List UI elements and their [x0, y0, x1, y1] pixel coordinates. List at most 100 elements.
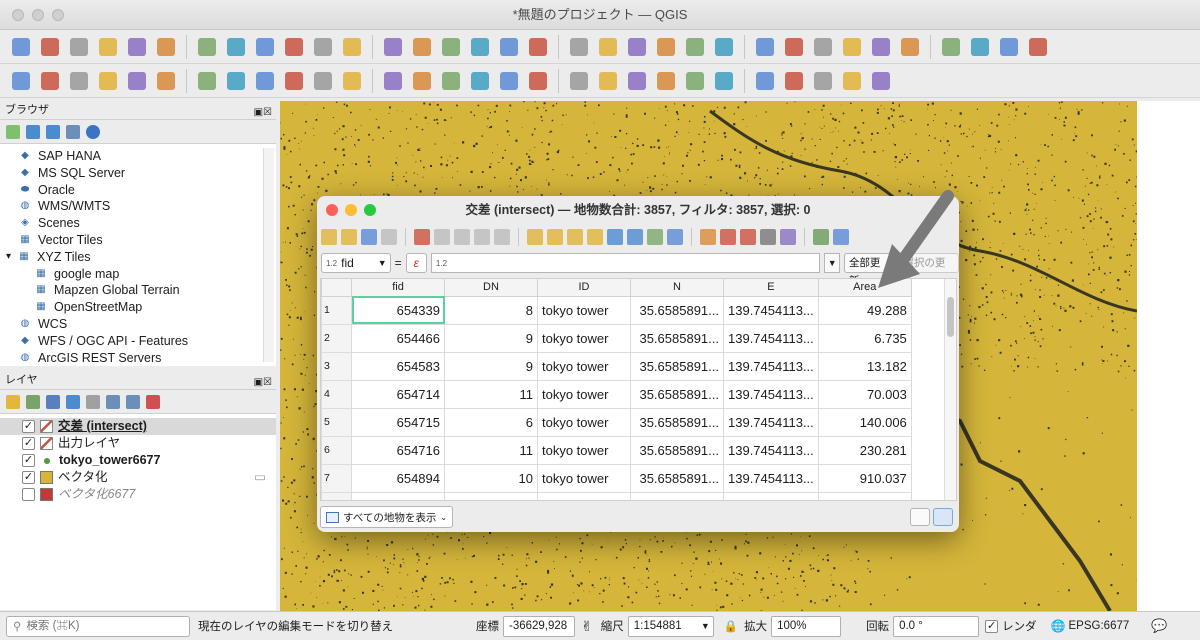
table-cell-n[interactable]: 35.6585891... [630, 295, 724, 325]
label-change-icon[interactable] [781, 68, 807, 94]
pan-to-selected-icon[interactable] [647, 229, 663, 245]
row-number[interactable]: 6 [321, 435, 352, 465]
label-move-icon[interactable] [711, 68, 737, 94]
layer-visibility-checkbox[interactable]: ✓ [22, 471, 35, 484]
copy-rows-icon[interactable] [700, 229, 716, 245]
row-number[interactable]: 1 [321, 295, 352, 325]
mouse-coord-icon[interactable]: ✌ [581, 618, 593, 635]
layer-visibility-checkbox[interactable] [22, 488, 35, 501]
refresh-icon[interactable] [26, 124, 40, 139]
table-cell-fid[interactable]: 654715 [351, 407, 445, 437]
zoom-last-icon[interactable] [438, 34, 464, 60]
measure-icon[interactable] [967, 34, 993, 60]
table-cell-area[interactable]: 49.288 [817, 295, 912, 325]
label-icon[interactable] [595, 68, 621, 94]
open-attribute-table-icon[interactable] [839, 34, 865, 60]
search-input[interactable] [26, 620, 177, 632]
cut-icon[interactable] [454, 229, 470, 245]
browser-scrollbar[interactable] [263, 148, 274, 362]
table-row[interactable]: 3 654583 9 tokyo tower 35.6585891... 139.7454… [321, 351, 912, 381]
add-mesh-icon[interactable] [153, 68, 179, 94]
paste-rows-icon[interactable] [720, 229, 736, 245]
info-icon[interactable] [86, 124, 100, 139]
table-cell-n[interactable]: 35.6585891... [630, 435, 724, 465]
dialog-minimize-button[interactable] [345, 204, 357, 216]
table-cell-id[interactable]: tokyo tower [537, 407, 631, 437]
new-map-view-icon[interactable] [496, 34, 522, 60]
help-icon[interactable] [868, 68, 894, 94]
add-vector-icon[interactable] [66, 68, 92, 94]
select-all-icon[interactable] [547, 229, 563, 245]
add-feature-icon[interactable] [310, 68, 336, 94]
plugin-icon[interactable] [810, 68, 836, 94]
cut-features-icon[interactable] [438, 68, 464, 94]
zoom-to-selection-icon[interactable] [339, 34, 365, 60]
row-number[interactable]: 3 [321, 351, 352, 381]
collapse-all-icon[interactable] [66, 124, 80, 139]
table-row[interactable]: 5 654715 6 tokyo tower 35.6585891... 139.7454… [321, 407, 912, 437]
copy-icon[interactable] [474, 229, 490, 245]
browser-item[interactable]: ▦ OpenStreetMap [6, 299, 276, 316]
table-cell-fid[interactable]: 654583 [351, 351, 445, 381]
table-row[interactable]: 6 654716 11 tokyo tower 35.6585891... 139.745… [321, 435, 912, 465]
table-cell-id[interactable]: tokyo tower [537, 435, 631, 465]
table-cell-area[interactable]: 910.037 [817, 463, 912, 493]
table-cell-n[interactable]: 35.6585891... [630, 379, 724, 409]
table-row[interactable]: 4 654714 11 tokyo tower 35.6585891... 139.745… [321, 379, 912, 409]
vertex-tool-icon[interactable] [339, 68, 365, 94]
column-header[interactable]: ID [537, 279, 631, 297]
table-cell-area[interactable]: 6.735 [817, 323, 912, 353]
bookmark-icon[interactable] [566, 34, 592, 60]
table-cell-fid[interactable]: 654894 [351, 463, 445, 493]
table-cell-e[interactable]: 139.7454113... [723, 407, 819, 437]
zoom-out-icon[interactable] [281, 34, 307, 60]
zoom-in-icon[interactable] [252, 34, 278, 60]
layer-visibility-checkbox[interactable]: ✓ [22, 420, 35, 433]
table-cell-e[interactable]: 139.7454113... [723, 379, 819, 409]
table-view-toggle-icon[interactable] [933, 508, 953, 526]
add-selected-layers-icon[interactable] [6, 124, 20, 139]
browser-item[interactable]: ◍ WCS [6, 316, 276, 333]
browser-item[interactable]: ▾ ▦ XYZ Tiles [6, 249, 276, 266]
filter-icon[interactable] [46, 124, 60, 139]
rotation-field[interactable]: 0.0 ° [893, 615, 980, 637]
scale-field[interactable]: 1:154881 ▼ [627, 615, 714, 637]
minimize-window-button[interactable] [32, 9, 44, 21]
new-field-icon[interactable] [740, 229, 756, 245]
layer-item[interactable]: ✓ ベクタ化 ▭ [0, 469, 276, 486]
dialog-zoom-button[interactable] [364, 204, 376, 216]
table-cell-e[interactable]: 139.7454113... [723, 351, 819, 381]
table-cell-area[interactable]: 230.281 [817, 435, 912, 465]
column-header[interactable]: N [630, 279, 724, 297]
browser-item[interactable]: ▦ Mapzen Global Terrain [6, 282, 276, 299]
table-cell-area[interactable]: 13.182 [817, 351, 912, 381]
redo-icon[interactable] [566, 68, 592, 94]
current-edits-icon[interactable] [223, 68, 249, 94]
table-cell-id[interactable]: tokyo tower [537, 463, 631, 493]
table-cell-e[interactable]: 139.7454113... [723, 463, 819, 493]
digitize-icon[interactable] [95, 68, 121, 94]
panel-float-close-icon[interactable]: ▣☒ [254, 373, 272, 393]
close-window-button[interactable] [12, 9, 24, 21]
pan-icon[interactable] [194, 34, 220, 60]
scrollbar-thumb[interactable] [947, 297, 954, 337]
conditional-format-icon[interactable] [813, 229, 829, 245]
table-cell-area[interactable]: 140.006 [817, 407, 912, 437]
save-project-icon[interactable] [66, 34, 92, 60]
multi-edit-icon[interactable] [341, 229, 357, 245]
row-number[interactable]: 2 [321, 323, 352, 353]
save-as-icon[interactable] [95, 34, 121, 60]
table-cell-id[interactable]: tokyo tower [537, 323, 631, 353]
table-cell-fid[interactable]: 654339 [351, 295, 445, 325]
style-manager-icon[interactable] [153, 34, 179, 60]
table-cell-n[interactable]: 35.6585891... [630, 491, 724, 500]
row-number[interactable]: 5 [321, 407, 352, 437]
locator-search[interactable]: ⚲ [6, 615, 190, 637]
save-edits-icon[interactable] [281, 68, 307, 94]
row-number[interactable]: 7 [321, 463, 352, 493]
column-header[interactable]: E [723, 279, 819, 297]
field-calculator-icon[interactable] [938, 34, 964, 60]
zoom-to-layer-icon[interactable] [380, 34, 406, 60]
copy-features-icon[interactable] [467, 68, 493, 94]
statistics-icon[interactable] [897, 34, 923, 60]
